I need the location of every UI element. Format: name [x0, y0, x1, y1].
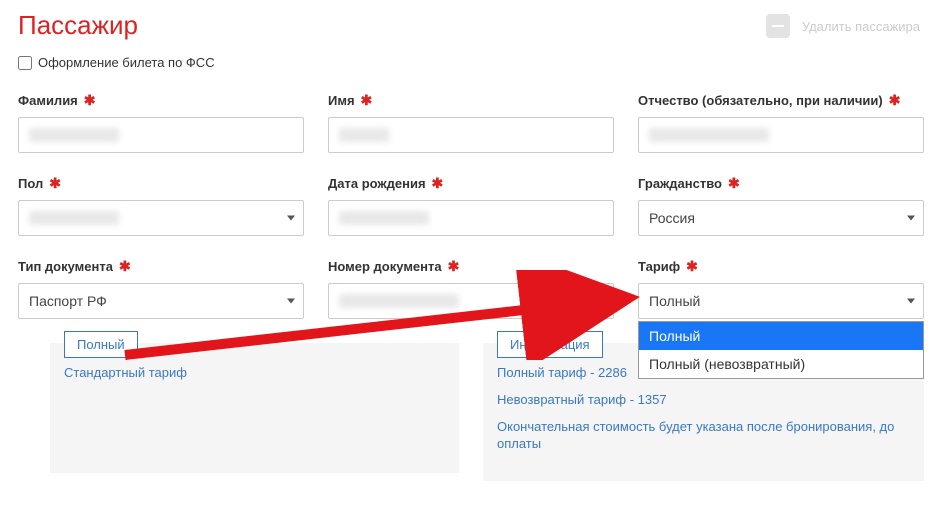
tariff-option-nonrefundable[interactable]: Полный (невозвратный) [639, 350, 923, 378]
tariff-tab-full[interactable]: Полный [64, 331, 138, 358]
required-icon: ✱ [432, 175, 444, 191]
tariff-select[interactable]: Полный [638, 283, 924, 319]
minus-icon [766, 14, 790, 38]
doc-number-label: Номер документа✱ [328, 258, 614, 275]
required-icon: ✱ [448, 258, 460, 274]
dob-field: Дата рождения✱ [328, 175, 614, 236]
dob-input[interactable] [328, 200, 614, 236]
chevron-down-icon [287, 216, 295, 221]
patronymic-label: Отчество (обязательно, при наличии)✱ [638, 92, 924, 109]
chevron-down-icon [287, 299, 295, 304]
patronymic-field: Отчество (обязательно, при наличии)✱ [638, 92, 924, 153]
fss-checkbox[interactable] [18, 56, 32, 70]
name-field: Имя✱ [328, 92, 614, 153]
fss-label: Оформление билета по ФСС [38, 55, 215, 70]
citizenship-field: Гражданство✱ Россия [638, 175, 924, 236]
doc-type-select[interactable]: Паспорт РФ [18, 283, 304, 319]
citizenship-value: Россия [649, 210, 695, 226]
doc-type-field: Тип документа✱ Паспорт РФ [18, 258, 304, 319]
gender-label: Пол✱ [18, 175, 304, 192]
fss-checkbox-row[interactable]: Оформление билета по ФСС [18, 55, 924, 70]
surname-input[interactable] [18, 117, 304, 153]
gender-select[interactable] [18, 200, 304, 236]
tariff-label: Тариф✱ [638, 258, 924, 275]
chevron-down-icon [907, 299, 915, 304]
nonrefundable-tariff-price[interactable]: Невозвратный тариф - 1357 [497, 392, 910, 409]
surname-field: Фамилия✱ [18, 92, 304, 153]
name-label: Имя✱ [328, 92, 614, 109]
required-icon: ✱ [49, 175, 61, 191]
citizenship-select[interactable]: Россия [638, 200, 924, 236]
tariff-option-full[interactable]: Полный [639, 322, 923, 350]
citizenship-label: Гражданство✱ [638, 175, 924, 192]
required-icon: ✱ [361, 92, 373, 108]
required-icon: ✱ [686, 258, 698, 274]
tariff-info-left: Полный Стандартный тариф [50, 343, 459, 473]
required-icon: ✱ [119, 258, 131, 274]
tariff-value: Полный [649, 293, 700, 309]
required-icon: ✱ [889, 92, 901, 108]
doc-number-field: Номер документа✱ [328, 258, 614, 319]
required-icon: ✱ [728, 175, 740, 191]
doc-type-label: Тип документа✱ [18, 258, 304, 275]
chevron-down-icon [907, 216, 915, 221]
name-input[interactable] [328, 117, 614, 153]
price-note: Окончательная стоимость будет указана по… [497, 419, 910, 453]
required-icon: ✱ [84, 92, 96, 108]
standard-tariff-link[interactable]: Стандартный тариф [64, 365, 445, 382]
tariff-dropdown: Полный Полный (невозвратный) [638, 321, 924, 379]
dob-label: Дата рождения✱ [328, 175, 614, 192]
delete-passenger-button[interactable]: Удалить пассажира [766, 14, 920, 38]
tariff-field: Тариф✱ Полный Полный Полный (невозвратны… [638, 258, 924, 319]
surname-label: Фамилия✱ [18, 92, 304, 109]
patronymic-input[interactable] [638, 117, 924, 153]
info-tab[interactable]: Информация [497, 331, 603, 358]
gender-field: Пол✱ [18, 175, 304, 236]
delete-passenger-label: Удалить пассажира [802, 19, 920, 34]
doc-type-value: Паспорт РФ [29, 293, 107, 309]
doc-number-input[interactable] [328, 283, 614, 319]
